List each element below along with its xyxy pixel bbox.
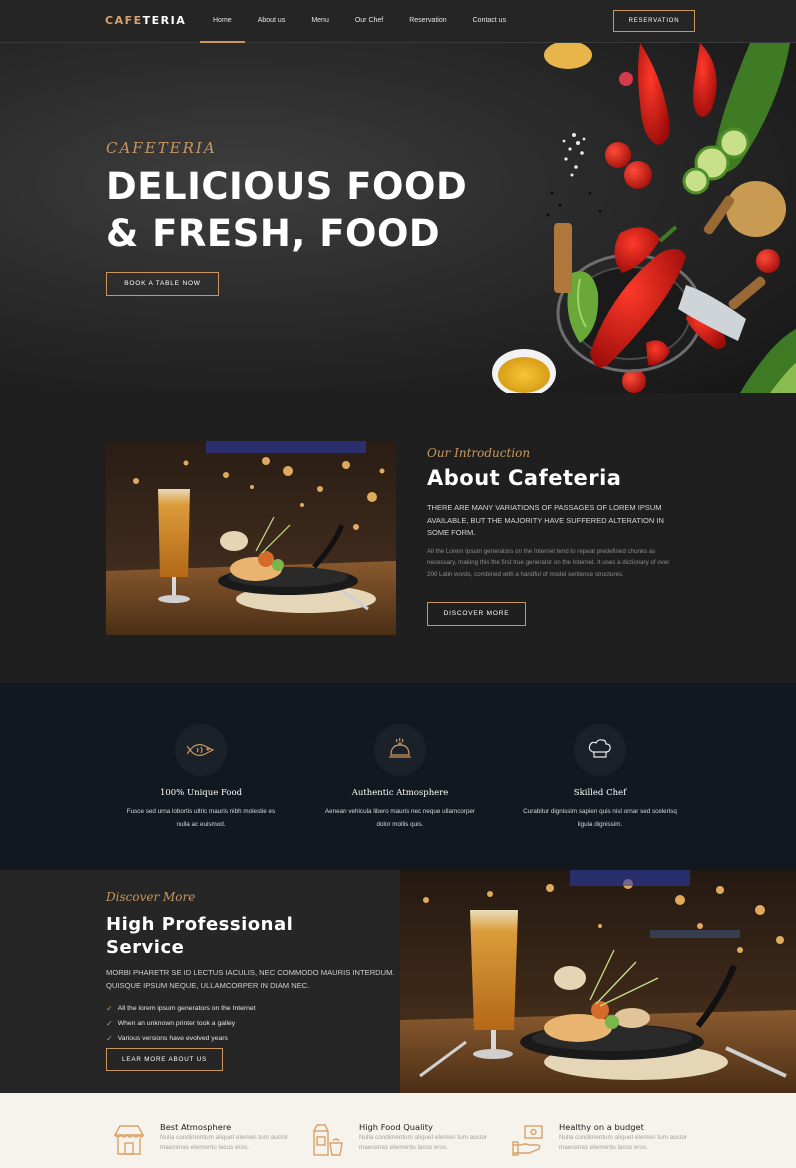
dish-photo-illustration <box>400 870 796 1093</box>
feature-text: Aenean vehicula libero mauris nec neque … <box>324 808 476 828</box>
logo-rest: TERIA <box>142 14 187 27</box>
perk-title: Best Atmosphere <box>160 1122 232 1132</box>
service-title: High Professional Service <box>106 913 306 959</box>
feature-title: Skilled Chef <box>573 788 627 798</box>
checklist-item: ✓ All the lorem ipsum generators on the I… <box>106 1001 256 1016</box>
book-table-button[interactable]: BOOK A TABLE NOW <box>106 272 219 296</box>
about-script-title: Our Introduction <box>427 446 531 460</box>
service-title-line-1: High Professional <box>106 914 294 935</box>
checklist-item: ✓ Various versions have evolved years <box>106 1031 256 1046</box>
feature-card-authentic-atmosphere: Authentic Atmosphere Aenean vehicula lib… <box>300 724 500 831</box>
nav-item-about-us[interactable]: About us <box>245 0 299 43</box>
perk-text: Nulla condimentum aliquet elemen tum auc… <box>160 1134 289 1152</box>
feature-card-skilled-chef: Skilled Chef Curabitur dignissim sapien … <box>500 724 700 831</box>
hero-vegetables-image <box>492 43 796 393</box>
nav-item-home[interactable]: Home <box>200 0 245 43</box>
nav-item-menu[interactable]: Menu <box>298 0 342 43</box>
checklist-item-label: Various versions have evolved years <box>117 1035 228 1042</box>
service-food-photo <box>400 870 796 1093</box>
feature-title: 100% Unique Food <box>159 788 243 798</box>
hero-section: CAFETERIA DELICIOUS FOOD & FRESH, FOOD B… <box>0 43 796 393</box>
feature-card-unique-food: 100% Unique Food Fusce sed urna lobortis… <box>101 724 301 831</box>
hero-script-title: CAFETERIA <box>106 139 217 157</box>
about-body-text: All the Lorem Ipsum generators on the In… <box>427 548 670 578</box>
discover-more-button[interactable]: DISCOVER MORE <box>427 602 526 626</box>
learn-more-about-us-button[interactable]: LEAR MORE ABOUT US <box>106 1048 223 1071</box>
feature-text: Fusce sed urna lobortis ultric mauris ni… <box>126 808 276 828</box>
checklist-item-label: All the lorem ipsum generators on the In… <box>117 1005 256 1012</box>
dish-photo-illustration <box>106 441 396 635</box>
hero-title: DELICIOUS FOOD & FRESH, FOOD <box>106 163 467 257</box>
fish-icon <box>175 724 227 776</box>
nav-menu: Home About us Menu Our Chef Reservation … <box>200 0 519 43</box>
perk-title: High Food Quality <box>359 1122 433 1132</box>
check-icon: ✓ <box>106 1019 113 1028</box>
perk-text: Nulla condimentum aliquet elemen tum auc… <box>359 1134 488 1152</box>
service-section: Discover More High Professional Service … <box>0 870 796 1093</box>
food-box-icon <box>313 1124 343 1156</box>
perk-title: Healthy on a budget <box>559 1122 644 1132</box>
nav-item-our-chef[interactable]: Our Chef <box>342 0 396 43</box>
service-script-title: Discover More <box>106 890 196 904</box>
check-icon: ✓ <box>106 1004 113 1013</box>
feature-title: Authentic Atmosphere <box>351 788 449 798</box>
checklist-item-label: When an unknown printer took a galley <box>117 1020 236 1027</box>
perk-text: Nulla condimentum aliquet elemen tum auc… <box>559 1134 688 1152</box>
perks-section: Best Atmosphere Nulla condimentum alique… <box>0 1093 796 1168</box>
about-food-photo <box>106 441 396 635</box>
feature-text: Curabitur dignissim sapien quis nisl orn… <box>523 808 677 828</box>
logo[interactable]: CAFETERIA <box>105 14 186 27</box>
hero-title-line-1: DELICIOUS FOOD <box>106 165 468 208</box>
money-hand-icon <box>512 1125 543 1156</box>
shop-icon <box>113 1125 145 1155</box>
service-checklist: ✓ All the lorem ipsum generators on the I… <box>106 1001 256 1046</box>
nav-item-reservation[interactable]: Reservation <box>396 0 459 43</box>
about-title: About Cafeteria <box>427 466 622 490</box>
hero-title-line-2: & FRESH, FOOD <box>106 212 441 255</box>
reservation-button[interactable]: RESERVATION <box>613 10 695 32</box>
about-lead-text: THERE ARE MANY VARIATIONS OF PASSAGES OF… <box>427 503 664 537</box>
nav-item-contact-us[interactable]: Contact us <box>460 0 519 43</box>
page: CAFETERIA Home About us Menu Our Chef Re… <box>0 0 796 1168</box>
about-section: Our Introduction About Cafeteria THERE A… <box>0 393 796 683</box>
service-lead-text: MORBI PHARETR SE ID LECTUS IACULIS, NEC … <box>106 968 395 990</box>
check-icon: ✓ <box>106 1034 113 1043</box>
navbar: CAFETERIA Home About us Menu Our Chef Re… <box>0 0 796 43</box>
logo-accent: CAFE <box>105 14 143 27</box>
service-title-line-2: Service <box>106 937 185 958</box>
features-section: 100% Unique Food Fusce sed urna lobortis… <box>0 683 796 870</box>
chef-hat-icon <box>574 724 626 776</box>
cloche-icon <box>374 724 426 776</box>
checklist-item: ✓ When an unknown printer took a galley <box>106 1016 256 1031</box>
